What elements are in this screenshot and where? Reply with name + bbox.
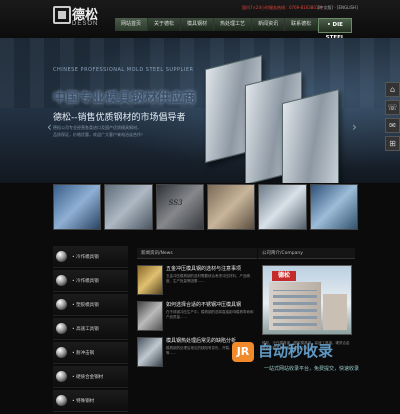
qrcode-icon[interactable]: ⊞ [385, 136, 400, 151]
product-thumbnails: SS3 [53, 184, 358, 230]
menu-item[interactable]: • 冷作模具钢 [53, 246, 128, 268]
logo-icon[interactable] [53, 6, 71, 24]
news-headline[interactable]: 如何选择合适的不锈钢冲压模具钢 [166, 301, 254, 308]
steel-block [282, 88, 339, 183]
product-category-menu: • 冷作模具钢 • 冷作模具钢 • 塑胶模具钢 • 高速工具钢 • 耐冲击钢 •… [53, 246, 128, 414]
news-summary: 五金冲压模具钢的选材需要综合考虑冲压材料、产品精度、生产批量等因素…… [166, 274, 250, 283]
menu-item[interactable]: • 塑胶模具钢 [53, 294, 128, 316]
product-thumbnail[interactable] [53, 184, 102, 230]
news-thumbnail[interactable] [137, 265, 163, 295]
menu-item[interactable]: • 冷作模具钢 [53, 270, 128, 292]
menu-item-label: • 硬质合金钢材 [72, 374, 104, 380]
product-thumbnail[interactable] [206, 184, 256, 230]
hero-description: 德松公司专业经营各类进口及国产优质模具钢材， [53, 125, 141, 130]
watermark-logo-icon: JR [232, 342, 254, 362]
main-nav: 网站首页 关于德松 模具钢材 热处理工艺 新闻资讯 联系德松 [115, 18, 319, 31]
mail-icon[interactable]: ✉ [385, 118, 400, 133]
hero-subtitle: 德松--销售优质钢材的市场倡导者 [53, 113, 186, 123]
menu-item-label: • 高速工具钢 [72, 326, 99, 332]
steel-grade-label: SS3 [168, 199, 183, 207]
chevron-right-icon[interactable]: › [352, 120, 357, 134]
building [269, 282, 321, 330]
hero-description: 品质保证，价格优惠，欢迎广大客户来电洽谈合作！ [53, 132, 145, 137]
logo-subtext: DESON [72, 21, 99, 27]
news-panel: 新闻资讯/News 五金冲压模具钢的选材与注意事项 五金冲压模具钢的选材需要综合… [137, 248, 257, 400]
nav-products[interactable]: 模具钢材 [181, 18, 215, 31]
watermark-subtitle: 一站式网站收录平台，免费提交，快速收录 [264, 366, 360, 372]
company-panel-title[interactable]: 公司简介/Company [258, 248, 355, 259]
die-steel-button[interactable]: • DIE STEEL [318, 18, 352, 41]
menu-item-label: • 特殊钢材 [72, 398, 95, 404]
product-thumbnail[interactable]: SS3 [155, 184, 204, 230]
header: 德松 DESON 国内7×24小时服务热线：0769-81638018 [中文版… [0, 0, 400, 41]
bullet-ball-icon [56, 371, 67, 382]
nav-about[interactable]: 关于德松 [148, 18, 182, 31]
product-thumbnail[interactable] [104, 184, 153, 230]
nav-heat-treatment[interactable]: 热处理工艺 [214, 18, 253, 31]
bullet-ball-icon [56, 275, 67, 286]
company-building-photo[interactable]: 德松 [262, 265, 352, 335]
menu-item[interactable]: • 特殊钢材 [53, 390, 128, 412]
nav-contact[interactable]: 联系德松 [285, 18, 319, 31]
hotline: 国内7×24小时服务热线：0769-81638018 [242, 5, 321, 10]
news-item[interactable]: 五金冲压模具钢的选材与注意事项 五金冲压模具钢的选材需要综合考虑冲压材料、产品精… [137, 265, 257, 295]
bullet-ball-icon [56, 347, 67, 358]
chevron-left-icon[interactable]: ‹ [47, 120, 52, 134]
company-sign: 德松 [272, 271, 296, 281]
news-headline[interactable]: 五金冲压模具钢的选材与注意事项 [166, 265, 254, 272]
news-item[interactable]: 如何选择合适的不锈钢冲压模具钢 在不锈钢冲压生产中，模具钢的选择直接影响模具寿命… [137, 301, 257, 331]
hero-banner: CHINESE PROFESSIONAL MOLD STEEL SUPPLIER… [0, 38, 400, 183]
news-thumbnail[interactable] [137, 337, 163, 367]
menu-item-label: • 塑胶模具钢 [72, 302, 99, 308]
menu-item[interactable]: • 高速工具钢 [53, 318, 128, 340]
news-panel-title[interactable]: 新闻资讯/News [137, 248, 257, 259]
watermark-title: 自动秒收录 [258, 342, 334, 360]
news-summary: 在不锈钢冲压生产中，模具钢的选择直接影响模具寿命和产品质量…… [166, 310, 254, 319]
phone-icon[interactable]: ☏ [385, 100, 400, 115]
menu-item-label: • 冷作模具钢 [72, 254, 99, 260]
product-thumbnail[interactable] [309, 184, 358, 230]
news-thumbnail[interactable] [137, 301, 163, 331]
bullet-ball-icon [56, 323, 67, 334]
bullet-ball-icon [56, 299, 67, 310]
home-icon[interactable]: ⌂ [385, 82, 400, 97]
building [323, 294, 347, 330]
menu-item[interactable]: • 硬质合金钢材 [53, 366, 128, 388]
company-panel: 公司简介/Company 德松 德松，冷作模具钢，塑胶模具钢，高速工具钢，硬质合… [258, 248, 355, 400]
hero-title: 中国专业模具钢材供应商 [53, 91, 197, 106]
hero-tagline-en: CHINESE PROFESSIONAL MOLD STEEL SUPPLIER [53, 67, 194, 73]
menu-item-label: • 耐冲击钢 [72, 350, 95, 356]
bullet-ball-icon [56, 251, 67, 262]
product-thumbnail[interactable] [258, 184, 307, 230]
language-links[interactable]: [中文版] · [ENGLISH] [318, 5, 358, 11]
nav-news[interactable]: 新闻资讯 [252, 18, 286, 31]
bullet-ball-icon [56, 395, 67, 406]
menu-item[interactable]: • 耐冲击钢 [53, 342, 128, 364]
nav-home[interactable]: 网站首页 [115, 18, 149, 31]
menu-item-label: • 冷作模具钢 [72, 278, 99, 284]
